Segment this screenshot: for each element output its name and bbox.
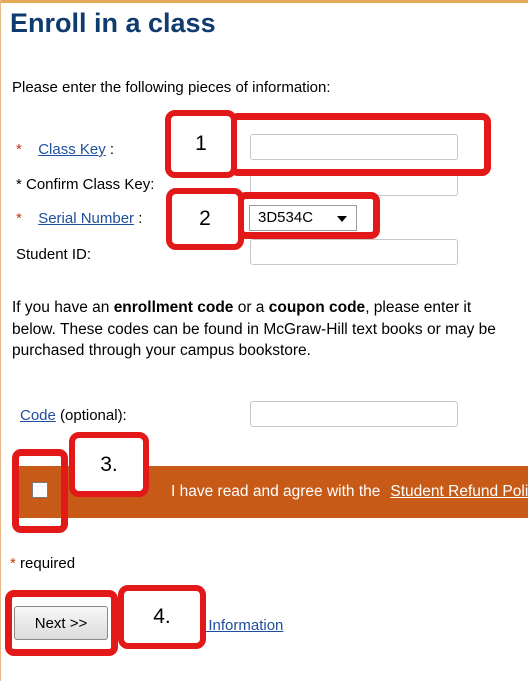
- highlight-box-next-button: [5, 590, 118, 656]
- class-key-label-row: * Class Key :: [16, 141, 114, 158]
- top-border: [0, 0, 528, 3]
- page-title: Enroll in a class: [10, 8, 216, 38]
- class-key-colon: :: [109, 141, 115, 158]
- callout-2: 2: [166, 188, 244, 250]
- confirm-class-key-label: * Confirm Class Key:: [16, 176, 155, 193]
- serial-number-label-row: * Serial Number :: [16, 210, 142, 227]
- student-id-label: Student ID:: [16, 246, 92, 263]
- code-label-row: Code (optional):: [20, 407, 127, 424]
- code-optional: (optional):: [55, 407, 127, 424]
- refund-policy-link[interactable]: Student Refund Policy: [390, 483, 528, 500]
- highlight-box-serial-number: [237, 192, 380, 239]
- student-id-input[interactable]: [250, 239, 458, 265]
- info-bold-coupon: coupon code: [268, 299, 366, 316]
- intro-text: Please enter the following pieces of inf…: [12, 79, 331, 96]
- info-text: If you have an: [12, 299, 114, 316]
- class-key-link[interactable]: Class Key: [38, 141, 106, 158]
- code-input[interactable]: [250, 401, 458, 427]
- agreement-text-row: I have read and agree with the Student Re…: [171, 483, 528, 501]
- enrollment-code-info: If you have an enrollment code or a coup…: [12, 297, 512, 362]
- code-link[interactable]: Code: [20, 407, 56, 424]
- callout-3: 3.: [69, 432, 149, 497]
- highlight-box-checkbox: [12, 449, 68, 533]
- required-marker: *: [16, 210, 22, 227]
- serial-number-colon: :: [138, 210, 143, 227]
- callout-4: 4.: [118, 585, 206, 649]
- required-marker: *: [16, 141, 22, 158]
- info-text: or a: [233, 299, 269, 316]
- required-text: required: [15, 555, 76, 572]
- agreement-text: I have read and agree with the: [171, 483, 381, 500]
- left-border: [0, 0, 1, 681]
- highlight-box-class-key: [229, 113, 491, 176]
- serial-number-link[interactable]: Serial Number: [38, 210, 134, 227]
- required-note: * required: [10, 555, 75, 572]
- info-bold-enrollment: enrollment code: [113, 299, 234, 316]
- callout-1: 1: [165, 110, 237, 178]
